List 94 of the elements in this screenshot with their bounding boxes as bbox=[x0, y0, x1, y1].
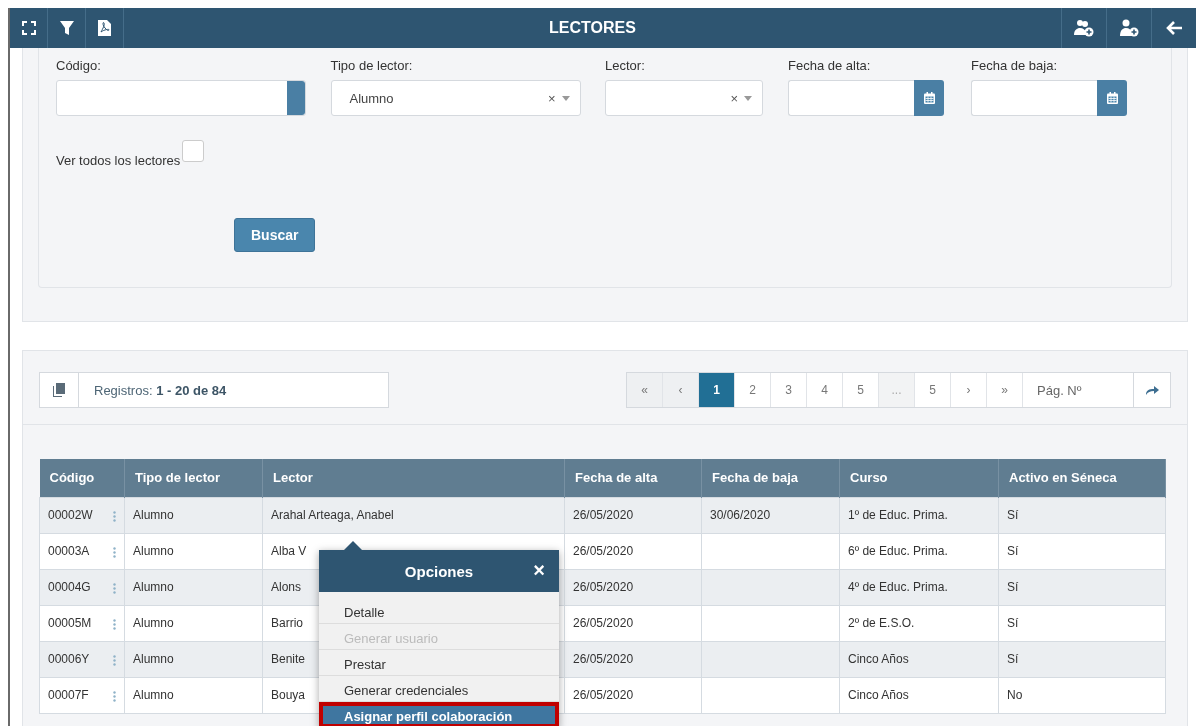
column-header[interactable]: Lector bbox=[262, 459, 565, 497]
column-header[interactable]: Fecha de baja bbox=[701, 459, 840, 497]
records-count: Registros: 1 - 20 de 84 bbox=[93, 382, 227, 398]
table-cell: 1º de Educ. Prima. bbox=[848, 508, 948, 522]
page-nav-button[interactable]: » bbox=[987, 373, 1023, 407]
menu-item[interactable]: Asignar perfil colaboración bbox=[319, 702, 559, 726]
table-cell: 00003A bbox=[48, 544, 90, 558]
table-cell: 2º de E.S.O. bbox=[848, 616, 915, 630]
add-users-icon bbox=[1074, 19, 1094, 37]
table-cell: Cinco Años bbox=[848, 688, 909, 702]
field-label: Fecha de alta: bbox=[788, 58, 872, 74]
column-header[interactable]: Tipo de lector bbox=[124, 459, 263, 497]
table-cell: No bbox=[1007, 688, 1023, 702]
caret-icon bbox=[561, 95, 570, 101]
table-cell: 00002W bbox=[48, 508, 93, 522]
calendar-button[interactable] bbox=[914, 80, 944, 116]
checkbox[interactable] bbox=[182, 140, 205, 162]
table-cell: Alons bbox=[271, 580, 302, 594]
table-cell: Alumno bbox=[133, 688, 174, 702]
page-button[interactable]: 2 bbox=[735, 373, 771, 407]
page-nav-button[interactable]: ‹ bbox=[663, 373, 699, 407]
search-button[interactable]: Buscar bbox=[234, 218, 316, 252]
table-cell: Sí bbox=[1007, 580, 1019, 594]
go-button[interactable] bbox=[1134, 373, 1170, 407]
more-options-icon[interactable] bbox=[113, 618, 116, 630]
table-cell: Alumno bbox=[133, 508, 174, 522]
date-field[interactable] bbox=[971, 80, 1097, 116]
calendar-icon bbox=[923, 92, 935, 104]
pdf-icon bbox=[98, 20, 111, 36]
table-cell: 26/05/2020 bbox=[573, 616, 634, 630]
field-label: Fecha de baja: bbox=[971, 58, 1058, 74]
table-cell: 26/05/2020 bbox=[573, 580, 634, 594]
table-cell: Arahal Arteaga, Anabel bbox=[271, 508, 394, 522]
code-field[interactable] bbox=[56, 80, 306, 116]
table-cell: 00006Y bbox=[48, 652, 90, 666]
table-cell: Sí bbox=[1007, 508, 1019, 522]
page-nav-button[interactable]: › bbox=[951, 373, 987, 407]
menu-item[interactable]: Detalle bbox=[319, 598, 559, 624]
table-cell: 26/05/2020 bbox=[573, 652, 634, 666]
table-cell: 30/06/2020 bbox=[710, 508, 771, 522]
table-cell: Alumno bbox=[133, 652, 174, 666]
column-header[interactable]: Curso bbox=[839, 459, 999, 497]
field-label: Tipo de lector: bbox=[330, 58, 414, 74]
page-button[interactable]: 1 bbox=[699, 373, 735, 407]
checkbox-label: Ver todos los lectores bbox=[56, 153, 181, 168]
column-header[interactable]: Activo en Séneca bbox=[998, 459, 1166, 497]
table-cell: 00004G bbox=[48, 580, 91, 594]
calendar-icon bbox=[1106, 92, 1118, 104]
page-button[interactable]: 5 bbox=[843, 373, 879, 407]
page-button[interactable]: 4 bbox=[807, 373, 843, 407]
field-label: Lector: bbox=[605, 58, 646, 74]
table-cell: Alumno bbox=[133, 616, 174, 630]
back-arrow-icon bbox=[1165, 20, 1183, 36]
menu-item[interactable]: Generar credenciales bbox=[319, 676, 559, 702]
table-cell: 26/05/2020 bbox=[573, 544, 634, 558]
filter-icon bbox=[58, 20, 75, 36]
table-cell: Alumno bbox=[133, 544, 174, 558]
select-field[interactable]: × bbox=[605, 80, 763, 116]
table-cell: Alumno bbox=[133, 580, 174, 594]
table-cell: 00005M bbox=[48, 616, 92, 630]
table-cell: 6º de Educ. Prima. bbox=[848, 544, 948, 558]
table-cell: Benite bbox=[271, 652, 306, 666]
table-cell: Sí bbox=[1007, 652, 1019, 666]
page-button[interactable]: 3 bbox=[771, 373, 807, 407]
table-cell: Barrio bbox=[271, 616, 303, 630]
more-options-icon[interactable] bbox=[113, 546, 116, 558]
page-button[interactable]: 5 bbox=[915, 373, 951, 407]
calendar-button[interactable] bbox=[1097, 80, 1127, 116]
table-cell: 26/05/2020 bbox=[573, 508, 634, 522]
table-cell: 4º de Educ. Prima. bbox=[848, 580, 948, 594]
table-cell: 00007F bbox=[48, 688, 89, 702]
column-header[interactable]: Fecha de alta bbox=[564, 459, 702, 497]
field-label: Código: bbox=[56, 58, 102, 74]
share-arrow-icon bbox=[1145, 384, 1159, 396]
table-cell: Sí bbox=[1007, 616, 1019, 630]
date-field[interactable] bbox=[788, 80, 914, 116]
menu-item[interactable]: Prestar bbox=[319, 650, 559, 676]
table-cell: 26/05/2020 bbox=[573, 688, 634, 702]
table-cell: Sí bbox=[1007, 544, 1019, 558]
select-field[interactable]: Alumno × bbox=[330, 80, 581, 116]
close-button[interactable]: × bbox=[531, 560, 547, 580]
more-options-icon[interactable] bbox=[113, 690, 116, 702]
copy-icon bbox=[53, 383, 65, 397]
table-cell: Bouya bbox=[271, 688, 306, 702]
expand-icon bbox=[21, 21, 36, 35]
popup-title: Opciones bbox=[404, 562, 474, 580]
add-user-icon bbox=[1119, 19, 1139, 37]
caret-icon bbox=[744, 95, 752, 101]
page-number-field[interactable]: Pág. Nº bbox=[1023, 373, 1134, 407]
table-cell: Cinco Años bbox=[848, 652, 909, 666]
window-title: LECTORES bbox=[548, 19, 637, 37]
column-header[interactable]: Código bbox=[39, 459, 125, 497]
table-cell: Alba V bbox=[271, 544, 307, 558]
page-nav-button[interactable]: « bbox=[627, 373, 663, 407]
